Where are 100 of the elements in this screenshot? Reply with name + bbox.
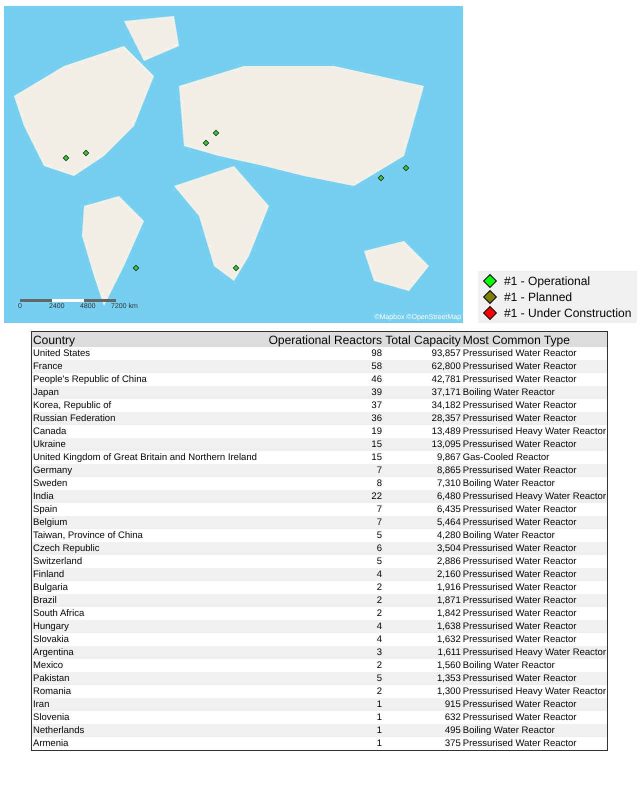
table-cell: Armenia xyxy=(32,737,265,750)
table-cell: 9,867 xyxy=(382,451,462,464)
table-cell: 5 xyxy=(264,555,383,568)
column-header: Country xyxy=(32,332,265,347)
table-cell: Germany xyxy=(32,464,265,477)
table-cell: Pressurised Water Reactor xyxy=(462,737,607,750)
table-cell: 1,842 xyxy=(382,607,462,620)
table-cell: Pressurised Water Reactor xyxy=(462,464,607,477)
table-cell: Gas-Cooled Reactor xyxy=(462,451,607,464)
table-cell: 2 xyxy=(264,607,383,620)
table-cell: Pressurised Water Reactor xyxy=(462,503,607,516)
table-cell: 7,310 xyxy=(382,477,462,490)
table-cell: Boiling Water Reactor xyxy=(462,529,607,542)
table-cell: Pressurised Water Reactor xyxy=(462,360,607,373)
table-cell: 93,857 xyxy=(382,347,462,360)
table-cell: 4,280 xyxy=(382,529,462,542)
table-cell: 37,171 xyxy=(382,386,462,399)
table-cell: 375 xyxy=(382,737,462,750)
table-cell: 15 xyxy=(264,451,383,464)
table-cell: 13,095 xyxy=(382,438,462,451)
table-cell: Slovenia xyxy=(32,711,265,724)
table-cell: Finland xyxy=(32,568,265,581)
table-cell: 7 xyxy=(264,464,383,477)
table-cell: 4 xyxy=(264,633,383,646)
table-cell: 19 xyxy=(264,425,383,438)
table-cell: Boiling Water Reactor xyxy=(462,659,607,672)
table-cell: Pressurised Water Reactor xyxy=(462,438,607,451)
table-cell: Pressurised Heavy Water Reactor xyxy=(462,685,607,698)
legend-label: #1 - Under Construction xyxy=(504,306,632,320)
table-cell: 39 xyxy=(264,386,383,399)
table-cell: 22 xyxy=(264,490,383,503)
table-cell: Slovakia xyxy=(32,633,265,646)
table-cell: Iran xyxy=(32,698,265,711)
table-cell: 1 xyxy=(264,724,383,737)
table-cell: 5 xyxy=(264,672,383,685)
table-cell: 1,638 xyxy=(382,620,462,633)
table-cell: Pressurised Heavy Water Reactor xyxy=(462,425,607,438)
table-cell: 7 xyxy=(264,516,383,529)
table-cell: Boiling Water Reactor xyxy=(462,386,607,399)
table-cell: 2 xyxy=(264,594,383,607)
table-cell: 3 xyxy=(264,646,383,659)
table-cell: 4 xyxy=(264,620,383,633)
table-cell: 7 xyxy=(264,503,383,516)
table-cell: Pressurised Water Reactor xyxy=(462,542,607,555)
table-cell: South Africa xyxy=(32,607,265,620)
table-cell: Pressurised Water Reactor xyxy=(462,620,607,633)
column-header: Operational Reactors xyxy=(264,332,383,347)
table-cell: Boiling Water Reactor xyxy=(462,477,607,490)
table-cell: Pressurised Water Reactor xyxy=(462,672,607,685)
table-cell: Pressurised Water Reactor xyxy=(462,594,607,607)
table-cell: Pressurised Water Reactor xyxy=(462,711,607,724)
table-cell: Netherlands xyxy=(32,724,265,737)
table-cell: 632 xyxy=(382,711,462,724)
table-cell: 42,781 xyxy=(382,373,462,386)
table-cell: Pressurised Water Reactor xyxy=(462,373,607,386)
table-cell: Bulgaria xyxy=(32,581,265,594)
table-cell: 1 xyxy=(264,698,383,711)
table-cell: Belgium xyxy=(32,516,265,529)
table-cell: Boiling Water Reactor xyxy=(462,724,607,737)
table-cell: 1,871 xyxy=(382,594,462,607)
table-cell: 2 xyxy=(264,685,383,698)
table-cell: France xyxy=(32,360,265,373)
table-cell: 1,300 xyxy=(382,685,462,698)
table-cell: 8,865 xyxy=(382,464,462,477)
table-cell: 1,353 xyxy=(382,672,462,685)
table-cell: Pressurised Water Reactor xyxy=(462,555,607,568)
table-cell: 2 xyxy=(264,581,383,594)
table-cell: 62,800 xyxy=(382,360,462,373)
table-cell: United States xyxy=(32,347,265,360)
table-cell: 915 xyxy=(382,698,462,711)
table-cell: 2,886 xyxy=(382,555,462,568)
table-cell: 28,357 xyxy=(382,412,462,425)
table-cell: 98 xyxy=(264,347,383,360)
column-header: Most Common Type xyxy=(462,332,607,347)
legend-label: #1 - Operational xyxy=(504,274,590,288)
table-cell: Pressurised Water Reactor xyxy=(462,347,607,360)
table-cell: 495 xyxy=(382,724,462,737)
table-cell: Spain xyxy=(32,503,265,516)
table-cell: 2 xyxy=(264,659,383,672)
table-cell: Hungary xyxy=(32,620,265,633)
table-cell: 6,480 xyxy=(382,490,462,503)
table-cell: Japan xyxy=(32,386,265,399)
table-cell: Sweden xyxy=(32,477,265,490)
table-cell: Pressurised Water Reactor xyxy=(462,581,607,594)
table-cell: 1,632 xyxy=(382,633,462,646)
table-cell: Czech Republic xyxy=(32,542,265,555)
table-cell: 1 xyxy=(264,711,383,724)
table-cell: 58 xyxy=(264,360,383,373)
table-cell: 5 xyxy=(264,529,383,542)
table-cell: 4 xyxy=(264,568,383,581)
table-cell: Pressurised Water Reactor xyxy=(462,698,607,711)
table-cell: 1,916 xyxy=(382,581,462,594)
table-cell: Pakistan xyxy=(32,672,265,685)
table-cell: 2,160 xyxy=(382,568,462,581)
table-cell: 37 xyxy=(264,399,383,412)
table-cell: Pressurised Water Reactor xyxy=(462,633,607,646)
table-cell: 8 xyxy=(264,477,383,490)
table-cell: Pressurised Water Reactor xyxy=(462,412,607,425)
table-cell: 1,611 xyxy=(382,646,462,659)
table-cell: Taiwan, Province of China xyxy=(32,529,265,542)
